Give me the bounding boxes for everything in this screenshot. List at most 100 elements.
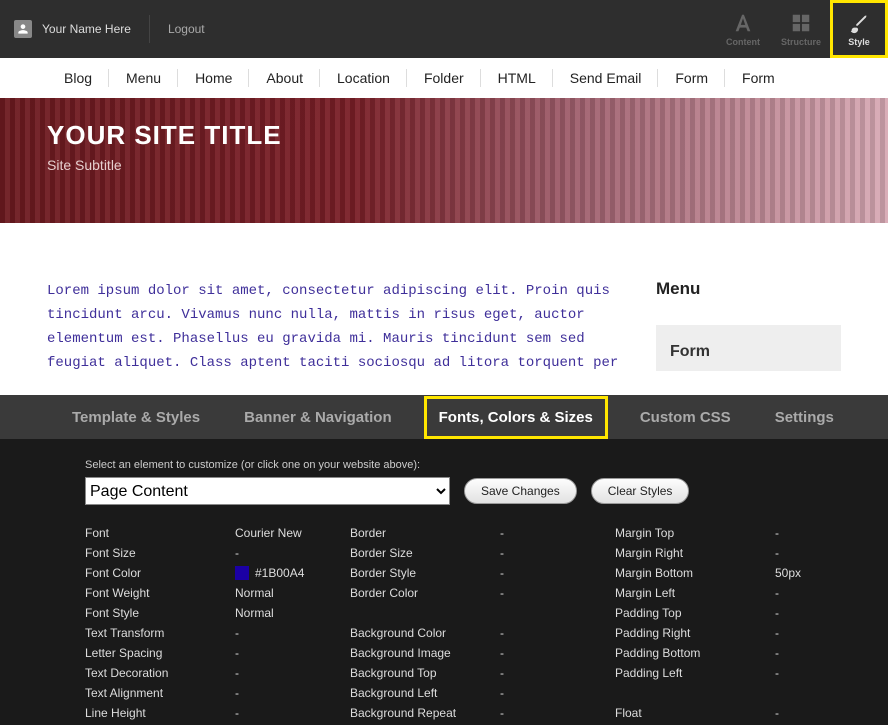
- val-margin-right[interactable]: -: [775, 543, 835, 563]
- lbl-float: Float: [615, 703, 775, 723]
- style-panel: Template & Styles Banner & Navigation Fo…: [0, 395, 888, 725]
- val-bg-left[interactable]: -: [500, 683, 615, 703]
- lbl-font-weight: Font Weight: [85, 583, 235, 603]
- val-border-style[interactable]: -: [500, 563, 615, 583]
- site-subtitle: Site Subtitle: [47, 157, 888, 173]
- val-border-size[interactable]: -: [500, 543, 615, 563]
- main-nav: Blog Menu Home About Location Folder HTM…: [47, 58, 841, 98]
- select-row: Page Content Save Changes Clear Styles: [85, 477, 888, 505]
- lbl-bg-repeat: Background Repeat: [350, 703, 500, 723]
- tab-custom-css[interactable]: Custom CSS: [628, 399, 743, 436]
- val-padding-right[interactable]: -: [775, 623, 835, 643]
- lbl-bg-left: Background Left: [350, 683, 500, 703]
- val-padding-bottom[interactable]: -: [775, 643, 835, 663]
- lbl-text-alignment: Text Alignment: [85, 683, 235, 703]
- val-padding-left[interactable]: -: [775, 663, 835, 683]
- tab-fonts-colors-sizes[interactable]: Fonts, Colors & Sizes: [424, 396, 608, 439]
- val-padding-top[interactable]: -: [775, 603, 835, 623]
- lbl-font-color: Font Color: [85, 563, 235, 583]
- lbl-bg-image: Background Image: [350, 643, 500, 663]
- lbl-border: Border: [350, 523, 500, 543]
- sidebar-heading-menu: Menu: [656, 279, 841, 299]
- tool-content-label: Content: [726, 37, 760, 47]
- brush-icon: [848, 12, 870, 34]
- val-margin-top[interactable]: -: [775, 523, 835, 543]
- lbl-letter-spacing: Letter Spacing: [85, 643, 235, 663]
- val-font[interactable]: Courier New: [235, 523, 350, 543]
- nav-item-sendemail[interactable]: Send Email: [553, 58, 659, 98]
- lbl-line-height: Line Height: [85, 703, 235, 723]
- val-font-color[interactable]: #1B00A4: [235, 563, 350, 583]
- prop-col-font: Font Font Size Font Color Font Weight Fo…: [85, 523, 350, 723]
- font-a-icon: [732, 12, 754, 34]
- nav-item-html[interactable]: HTML: [481, 58, 553, 98]
- logout-link[interactable]: Logout: [168, 22, 205, 36]
- val-letter-spacing[interactable]: -: [235, 643, 350, 663]
- blocks-icon: [790, 12, 812, 34]
- val-spacer2: [775, 683, 835, 703]
- lbl-spacer1: [350, 603, 500, 623]
- lbl-margin-top: Margin Top: [615, 523, 775, 543]
- nav-item-about[interactable]: About: [249, 58, 320, 98]
- lbl-font-style: Font Style: [85, 603, 235, 623]
- lbl-padding-top: Padding Top: [615, 603, 775, 623]
- property-grid: Font Font Size Font Color Font Weight Fo…: [85, 523, 888, 723]
- prop-col-spacing: Margin Top Margin Right Margin Bottom Ma…: [615, 523, 835, 723]
- lbl-bg-top: Background Top: [350, 663, 500, 683]
- val-font-color-text: #1B00A4: [255, 566, 304, 580]
- val-margin-left[interactable]: -: [775, 583, 835, 603]
- lbl-text-transform: Text Transform: [85, 623, 235, 643]
- tab-banner-navigation[interactable]: Banner & Navigation: [232, 399, 404, 436]
- val-font-weight[interactable]: Normal: [235, 583, 350, 603]
- tool-structure[interactable]: Structure: [772, 0, 830, 58]
- tool-structure-label: Structure: [781, 37, 821, 47]
- val-bg-color[interactable]: -: [500, 623, 615, 643]
- lbl-padding-right: Padding Right: [615, 623, 775, 643]
- nav-item-blog[interactable]: Blog: [47, 58, 109, 98]
- lbl-padding-bottom: Padding Bottom: [615, 643, 775, 663]
- nav-item-menu[interactable]: Menu: [109, 58, 178, 98]
- clear-styles-button[interactable]: Clear Styles: [591, 478, 690, 504]
- element-select[interactable]: Page Content: [85, 477, 450, 505]
- val-text-alignment[interactable]: -: [235, 683, 350, 703]
- val-font-size[interactable]: -: [235, 543, 350, 563]
- val-bg-top[interactable]: -: [500, 663, 615, 683]
- val-float[interactable]: -: [775, 703, 835, 723]
- nav-item-home[interactable]: Home: [178, 58, 249, 98]
- username-label: Your Name Here: [42, 22, 131, 36]
- val-border-color[interactable]: -: [500, 583, 615, 603]
- tool-style[interactable]: Style: [830, 0, 888, 58]
- lbl-font: Font: [85, 523, 235, 543]
- banner: YOUR SITE TITLE Site Subtitle: [0, 98, 888, 223]
- lbl-border-color: Border Color: [350, 583, 500, 603]
- font-color-swatch: [235, 566, 249, 580]
- sidebar: Menu Form: [656, 279, 841, 375]
- lbl-border-size: Border Size: [350, 543, 500, 563]
- nav-item-form1[interactable]: Form: [658, 58, 725, 98]
- tab-settings[interactable]: Settings: [763, 399, 846, 436]
- page-content: Lorem ipsum dolor sit amet, consectetur …: [0, 223, 888, 375]
- prop-col-border-bg: Border Border Size Border Style Border C…: [350, 523, 615, 723]
- val-font-style[interactable]: Normal: [235, 603, 350, 623]
- val-border[interactable]: -: [500, 523, 615, 543]
- nav-item-location[interactable]: Location: [320, 58, 407, 98]
- nav-item-folder[interactable]: Folder: [407, 58, 481, 98]
- val-bg-image[interactable]: -: [500, 643, 615, 663]
- avatar-icon: [14, 20, 32, 38]
- lorem-text: Lorem ipsum dolor sit amet, consectetur …: [47, 279, 656, 375]
- val-margin-bottom[interactable]: 50px: [775, 563, 835, 583]
- lbl-margin-right: Margin Right: [615, 543, 775, 563]
- val-text-transform[interactable]: -: [235, 623, 350, 643]
- lbl-font-size: Font Size: [85, 543, 235, 563]
- nav-item-form2[interactable]: Form: [725, 58, 792, 98]
- val-text-decoration[interactable]: -: [235, 663, 350, 683]
- save-changes-button[interactable]: Save Changes: [464, 478, 577, 504]
- val-line-height[interactable]: -: [235, 703, 350, 723]
- tool-style-label: Style: [848, 37, 870, 47]
- lbl-text-decoration: Text Decoration: [85, 663, 235, 683]
- form-widget[interactable]: Form: [656, 325, 841, 371]
- tool-content[interactable]: Content: [714, 0, 772, 58]
- lbl-spacer2: [615, 683, 775, 703]
- val-bg-repeat[interactable]: -: [500, 703, 615, 723]
- tab-template-styles[interactable]: Template & Styles: [60, 399, 212, 436]
